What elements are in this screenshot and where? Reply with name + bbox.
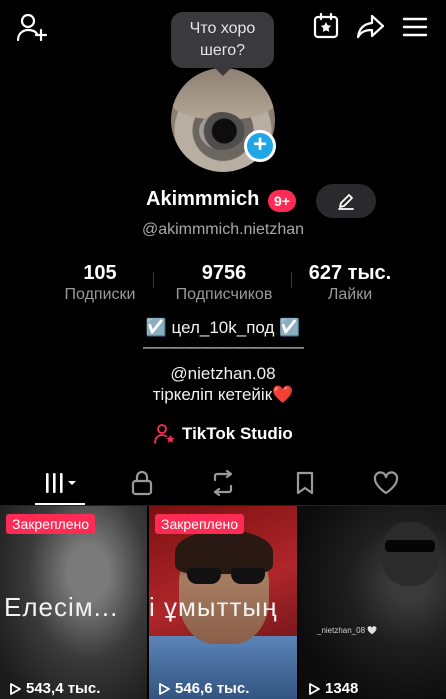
stat-divider	[291, 272, 292, 288]
stat-label: Подписчиков	[175, 286, 273, 303]
stat-value: 9756	[201, 262, 247, 284]
play-icon	[309, 682, 320, 695]
thumbnail-sunglasses	[385, 540, 435, 552]
active-tab-indicator	[35, 503, 85, 505]
tiktok-studio-link[interactable]: TikTok Studio	[154, 422, 293, 446]
bio-mention-link[interactable]: @nietzhan.08	[0, 364, 446, 384]
view-count-value: 543,4 тыс.	[26, 680, 101, 697]
play-icon	[159, 682, 170, 695]
stat-followers[interactable]: 9756 Подписчиков	[168, 262, 280, 304]
tab-private[interactable]	[122, 468, 162, 498]
profile-handle: @akimmmich.nietzhan	[141, 221, 305, 238]
pinned-badge: Закреплено	[155, 514, 244, 534]
menu-icon[interactable]	[398, 10, 432, 44]
tooltip-line-2: шего?	[199, 42, 245, 59]
add-friend-icon[interactable]	[14, 10, 50, 46]
bio-line: ☑️ цел_10k_под ☑️	[145, 318, 301, 337]
stat-value: 627 тыс.	[308, 262, 392, 284]
name-row: Akimmmich 9+	[0, 183, 446, 218]
share-icon[interactable]	[353, 10, 387, 44]
video-thumbnail[interactable]: _nietzhan_08 🤍 1348	[299, 506, 446, 699]
status-tooltip[interactable]: Что хоро шего?	[171, 12, 274, 76]
tab-liked[interactable]	[366, 468, 406, 498]
video-thumbnail[interactable]: Закреплено Елесім... 543,4 тыс.	[0, 506, 147, 699]
stat-likes[interactable]: 627 тыс. Лайки	[300, 262, 400, 304]
lock-icon	[131, 470, 153, 496]
notification-badge[interactable]: 9+	[268, 190, 296, 212]
bio-divider-line: ——————————	[143, 337, 304, 356]
pencil-icon	[338, 194, 354, 210]
tab-videos-grid[interactable]	[40, 468, 80, 498]
view-count: 1348	[307, 680, 358, 697]
play-icon	[10, 682, 21, 695]
stat-label: Лайки	[327, 286, 373, 303]
calendar-star-icon[interactable]	[310, 10, 342, 42]
grid-columns-icon	[46, 473, 76, 493]
video-overlay-text: і ұмыттың	[149, 592, 278, 622]
profile-tabs	[0, 460, 446, 506]
studio-label: TikTok Studio	[182, 424, 293, 443]
stat-divider	[153, 272, 154, 288]
tab-favorites[interactable]	[285, 468, 325, 498]
video-overlay-text: Елесім...	[4, 592, 119, 622]
thumbnail-sunglasses	[187, 568, 265, 586]
stat-label: Подписки	[64, 286, 136, 303]
repost-icon	[213, 470, 233, 496]
avatar-eye	[199, 112, 245, 150]
stat-following[interactable]: 105 Подписки	[58, 262, 142, 304]
view-count-value: 1348	[325, 680, 359, 697]
username: Akimmmich	[146, 188, 260, 210]
view-count: 546,6 тыс.	[157, 680, 249, 697]
add-story-plus-icon[interactable]: +	[244, 130, 276, 162]
edit-profile-button[interactable]	[316, 184, 376, 218]
bookmark-icon	[296, 471, 314, 495]
tab-reposts[interactable]	[203, 468, 243, 498]
thumbnail-face	[381, 522, 439, 586]
video-watermark: _nietzhan_08 🤍	[317, 626, 378, 635]
video-grid: Закреплено Елесім... 543,4 тыс. Закрепле…	[0, 506, 446, 699]
view-count-value: 546,6 тыс.	[175, 680, 250, 697]
stat-value: 105	[83, 262, 117, 284]
heart-icon	[373, 471, 399, 495]
studio-person-star-icon	[154, 424, 175, 444]
bio-line: тіркеліп кетейік❤️	[152, 385, 294, 404]
pinned-badge: Закреплено	[6, 514, 95, 534]
view-count: 543,4 тыс.	[8, 680, 100, 697]
tooltip-line-1: Что хоро	[189, 20, 256, 37]
video-thumbnail[interactable]: Закреплено і ұмыттың 546,6 тыс.	[149, 506, 297, 699]
